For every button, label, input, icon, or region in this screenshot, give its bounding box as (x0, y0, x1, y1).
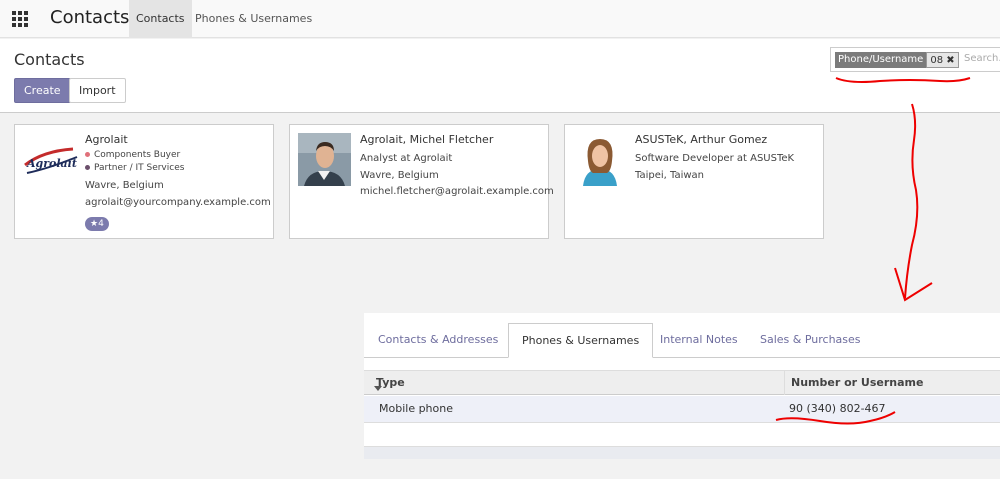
card-email: michel.fletcher@agrolait.example.com (360, 186, 554, 197)
contact-card-michel-fletcher[interactable]: Agrolait, Michel Fletcher Analyst at Agr… (289, 124, 554, 239)
facet-value-text: 08 (930, 55, 944, 66)
create-button[interactable]: Create (14, 78, 71, 103)
sort-caret-icon (374, 386, 382, 391)
card-location: Taipei, Taiwan (635, 170, 704, 181)
search-box[interactable]: Phone/Username 08 ✖ Search... (830, 47, 1000, 72)
tag-dot-icon (85, 165, 90, 170)
facet-remove-icon[interactable]: ✖ (946, 55, 954, 66)
card-email: agrolait@yourcompany.example.com (85, 197, 271, 208)
tag-partner: Partner / IT Services (85, 163, 184, 173)
badge-count: 4 (98, 219, 104, 229)
agrolait-logo: Agrolait (24, 147, 78, 174)
contact-card-agrolait[interactable]: Agrolait Agrolait Components Buyer Partn… (14, 124, 274, 239)
avatar (298, 133, 351, 186)
app-title: Contacts (50, 7, 130, 28)
card-name: Agrolait (85, 133, 128, 146)
contact-card-arthur-gomez[interactable]: ASUSTeK, Arthur Gomez Software Developer… (564, 124, 824, 239)
apps-grid-icon[interactable] (12, 11, 28, 27)
tag-label: Partner / IT Services (94, 163, 185, 173)
tag-components-buyer: Components Buyer (85, 150, 180, 160)
tag-label: Components Buyer (94, 150, 181, 160)
logo-text: Agrolait (26, 157, 77, 170)
import-button[interactable]: Import (69, 78, 126, 103)
menu-phones-usernames[interactable]: Phones & Usernames (188, 0, 319, 38)
control-panel: Contacts Create Import Phone/Username 08… (0, 39, 1000, 113)
partner-form-excerpt: Contacts & Addresses Phones & Usernames … (364, 313, 1000, 459)
table-footer (364, 447, 1000, 459)
avatar (573, 133, 626, 186)
arrow-head-icon (894, 267, 933, 302)
card-name: Agrolait, Michel Fletcher (360, 133, 494, 146)
cell-number: 90 (340) 802-467 (789, 402, 886, 415)
cell-type: Mobile phone (379, 402, 454, 415)
facet-category: Phone/Username (835, 52, 927, 68)
card-name: ASUSTeK, Arthur Gomez (635, 133, 768, 146)
card-location: Wavre, Belgium (85, 180, 164, 191)
search-input[interactable]: Search... (964, 53, 1000, 64)
tag-dot-icon (85, 152, 90, 157)
table-row[interactable]: Mobile phone 90 (340) 802-467 (364, 396, 1000, 423)
tab-contacts-addresses[interactable]: Contacts & Addresses (365, 323, 511, 358)
column-header-type[interactable]: Type (370, 371, 784, 395)
tab-phones-usernames[interactable]: Phones & Usernames (508, 323, 654, 358)
column-header-number[interactable]: Number or Username (784, 371, 1000, 395)
notebook-tabs: Contacts & Addresses Phones & Usernames … (364, 323, 1000, 358)
table-header: Type Number or Username (364, 370, 1000, 395)
card-function: Software Developer at ASUSTeK (635, 153, 795, 164)
breadcrumb: Contacts (14, 50, 85, 69)
search-facet: Phone/Username 08 ✖ (835, 52, 959, 68)
tab-sales-purchases[interactable]: Sales & Purchases (747, 323, 874, 358)
card-location: Wavre, Belgium (360, 170, 439, 181)
star-icon: ★ (90, 219, 99, 229)
tab-internal-notes[interactable]: Internal Notes (647, 323, 751, 358)
table-empty-row (364, 423, 1000, 447)
card-function: Analyst at Agrolait (360, 153, 453, 164)
arrow-shaft-annotation (904, 103, 919, 299)
top-navbar: Contacts Contacts Phones & Usernames (0, 0, 1000, 38)
menu-contacts[interactable]: Contacts (129, 0, 192, 38)
activity-badge[interactable]: ★4 (85, 217, 109, 231)
facet-value: 08 ✖ (926, 52, 959, 68)
